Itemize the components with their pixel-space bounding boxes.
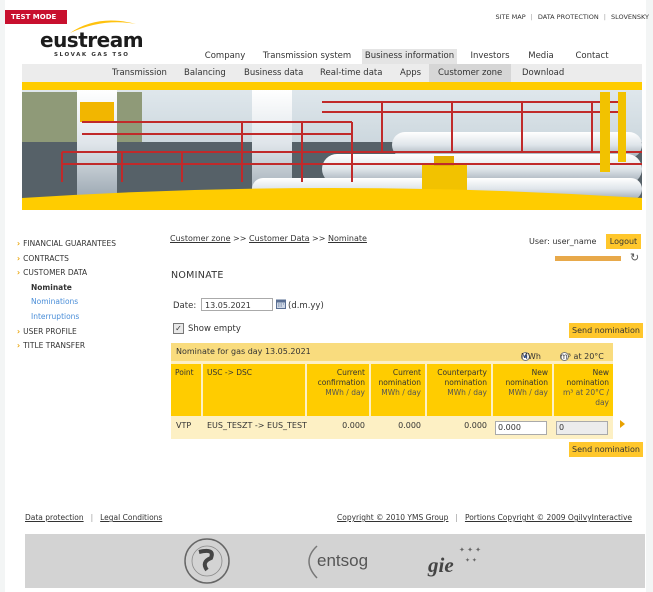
svg-text:gie: gie bbox=[427, 553, 454, 577]
logout-button[interactable]: Logout bbox=[606, 234, 641, 249]
new-nomination-m3-input[interactable]: 0 bbox=[556, 421, 608, 435]
cell-point: VTP bbox=[176, 421, 192, 430]
entsog-logo-icon: entsog bbox=[308, 545, 368, 579]
unit-mwh-label: MWh bbox=[521, 352, 541, 361]
col-header-usc-dsc: USC -> DSC bbox=[203, 364, 305, 416]
footer-portions-copyright-link[interactable]: Portions Copyright © 2009 OgilvyInteract… bbox=[465, 513, 632, 522]
header-banner-image bbox=[22, 82, 642, 210]
send-nomination-button-bottom[interactable]: Send nomination bbox=[569, 442, 643, 457]
col-header-point: Point bbox=[171, 364, 201, 416]
sub-nav-apps[interactable]: Apps bbox=[400, 64, 421, 82]
sub-nav-business-data[interactable]: Business data bbox=[244, 64, 303, 82]
col-header-new-nomination-m3: New nomination m³ at 20°C / day bbox=[554, 364, 613, 416]
cell-current-confirmation: 0.000 bbox=[342, 421, 365, 430]
refresh-icon[interactable]: ↻ bbox=[630, 251, 639, 264]
partner-logo-bar: entsog gie ✦ ✦ ✦ ✦ ✦ bbox=[25, 534, 645, 588]
send-nomination-button-top[interactable]: Send nomination bbox=[569, 323, 643, 338]
main-nav-media[interactable]: Media bbox=[524, 49, 558, 65]
footer-legal-conditions-link[interactable]: Legal Conditions bbox=[100, 513, 162, 522]
left-nav-nominate[interactable]: Nominate bbox=[17, 281, 157, 296]
breadcrumb-customer-data[interactable]: Customer Data bbox=[249, 234, 310, 243]
col-header-new-nomination-mwh: New nomination MWh / day bbox=[493, 364, 552, 416]
top-link-sitemap[interactable]: SITE MAP bbox=[496, 13, 526, 21]
col-header-current-nomination: Current nomination MWh / day bbox=[371, 364, 425, 416]
footer-copyright-link[interactable]: Copyright © 2010 YMS Group bbox=[337, 513, 448, 522]
sub-nav-balancing[interactable]: Balancing bbox=[184, 64, 226, 82]
left-nav-title-transfer[interactable]: TITLE TRANSFER bbox=[17, 339, 157, 354]
main-nav-business-information[interactable]: Business information bbox=[362, 49, 457, 65]
breadcrumb-separator: >> bbox=[230, 234, 249, 243]
footer-data-protection-link[interactable]: Data protection bbox=[25, 513, 84, 522]
main-nav-contact[interactable]: Contact bbox=[570, 49, 614, 65]
sub-nav: Transmission Balancing Business data Rea… bbox=[22, 64, 642, 83]
date-input[interactable]: 13.05.2021 bbox=[201, 298, 273, 311]
breadcrumb-separator: >> bbox=[309, 234, 329, 243]
main-nav: Company Transmission system Business inf… bbox=[0, 49, 641, 65]
session-progress-bar bbox=[555, 256, 621, 261]
calendar-icon[interactable] bbox=[276, 299, 286, 309]
left-nav-customer-data[interactable]: CUSTOMER DATA bbox=[17, 266, 157, 281]
svg-text:✦ ✦ ✦: ✦ ✦ ✦ bbox=[459, 546, 481, 554]
cell-current-nomination: 0.000 bbox=[398, 421, 421, 430]
main-nav-investors[interactable]: Investors bbox=[466, 49, 514, 65]
left-nav-user-profile[interactable]: USER PROFILE bbox=[17, 325, 157, 340]
cell-usc-dsc: EUS_TESZT -> EUS_TEST bbox=[207, 421, 307, 430]
footer-right-links: Copyright © 2010 YMS Group | Portions Copy… bbox=[337, 513, 633, 522]
sub-nav-customer-zone[interactable]: Customer zone bbox=[429, 64, 512, 82]
main-nav-company[interactable]: Company bbox=[199, 49, 251, 65]
left-nav-nominations[interactable]: Nominations bbox=[17, 295, 157, 310]
expand-arrow-icon[interactable] bbox=[620, 420, 625, 428]
cell-counterparty-nomination: 0.000 bbox=[464, 421, 487, 430]
breadcrumb-nominate[interactable]: Nominate bbox=[328, 234, 367, 243]
date-format-hint: (d.m.yy) bbox=[288, 301, 324, 311]
table-title-bar: Nominate for gas day 13.05.2021 MWh m³ a… bbox=[171, 343, 613, 361]
top-link-slovensky[interactable]: SLOVENSKY bbox=[611, 13, 649, 21]
new-nomination-mwh-input[interactable]: 0.000 bbox=[495, 421, 547, 435]
svg-text:entsog: entsog bbox=[317, 551, 368, 570]
session-progress-fill bbox=[555, 256, 621, 261]
footer-left-links: Data protection | Legal Conditions bbox=[25, 513, 163, 522]
sub-nav-download[interactable]: Download bbox=[522, 64, 564, 82]
user-info: User: user_name bbox=[529, 237, 596, 246]
main-nav-transmission-system[interactable]: Transmission system bbox=[262, 49, 352, 65]
col-header-counterparty-nomination: Counterparty nomination MWh / day bbox=[427, 364, 491, 416]
seal-logo-icon bbox=[184, 538, 230, 584]
table-title: Nominate for gas day 13.05.2021 bbox=[176, 347, 311, 356]
left-nav: FINANCIAL GUARANTEES CONTRACTS CUSTOMER … bbox=[17, 237, 157, 354]
show-empty-checkbox[interactable]: ✓ bbox=[173, 323, 184, 334]
gie-logo-icon: gie ✦ ✦ ✦ ✦ ✦ bbox=[427, 546, 481, 577]
top-link-data-protection[interactable]: DATA PROTECTION bbox=[538, 13, 599, 21]
svg-text:✦ ✦: ✦ ✦ bbox=[465, 557, 477, 564]
sub-nav-transmission[interactable]: Transmission bbox=[112, 64, 167, 82]
left-nav-interruptions[interactable]: Interruptions bbox=[17, 310, 157, 325]
left-nav-contracts[interactable]: CONTRACTS bbox=[17, 252, 157, 267]
left-nav-financial-guarantees[interactable]: FINANCIAL GUARANTEES bbox=[17, 237, 157, 252]
unit-m3-label: m³ at 20°C bbox=[560, 352, 604, 361]
col-header-current-confirmation: Current confirmation MWh / day bbox=[307, 364, 369, 416]
page-title: NOMINATE bbox=[171, 270, 224, 281]
nomination-table: Nominate for gas day 13.05.2021 MWh m³ a… bbox=[171, 343, 613, 439]
user-label: User: bbox=[529, 237, 550, 246]
date-label: Date: bbox=[173, 301, 197, 311]
show-empty-label: Show empty bbox=[188, 324, 241, 334]
breadcrumb-customer-zone[interactable]: Customer zone bbox=[170, 234, 231, 243]
user-name: user_name bbox=[552, 237, 597, 246]
breadcrumb: Customer zone >> Customer Data >> Nomina… bbox=[170, 234, 367, 243]
sub-nav-real-time-data[interactable]: Real-time data bbox=[320, 64, 382, 82]
top-links: SITE MAP | DATA PROTECTION | SLOVENSKY bbox=[495, 13, 650, 21]
